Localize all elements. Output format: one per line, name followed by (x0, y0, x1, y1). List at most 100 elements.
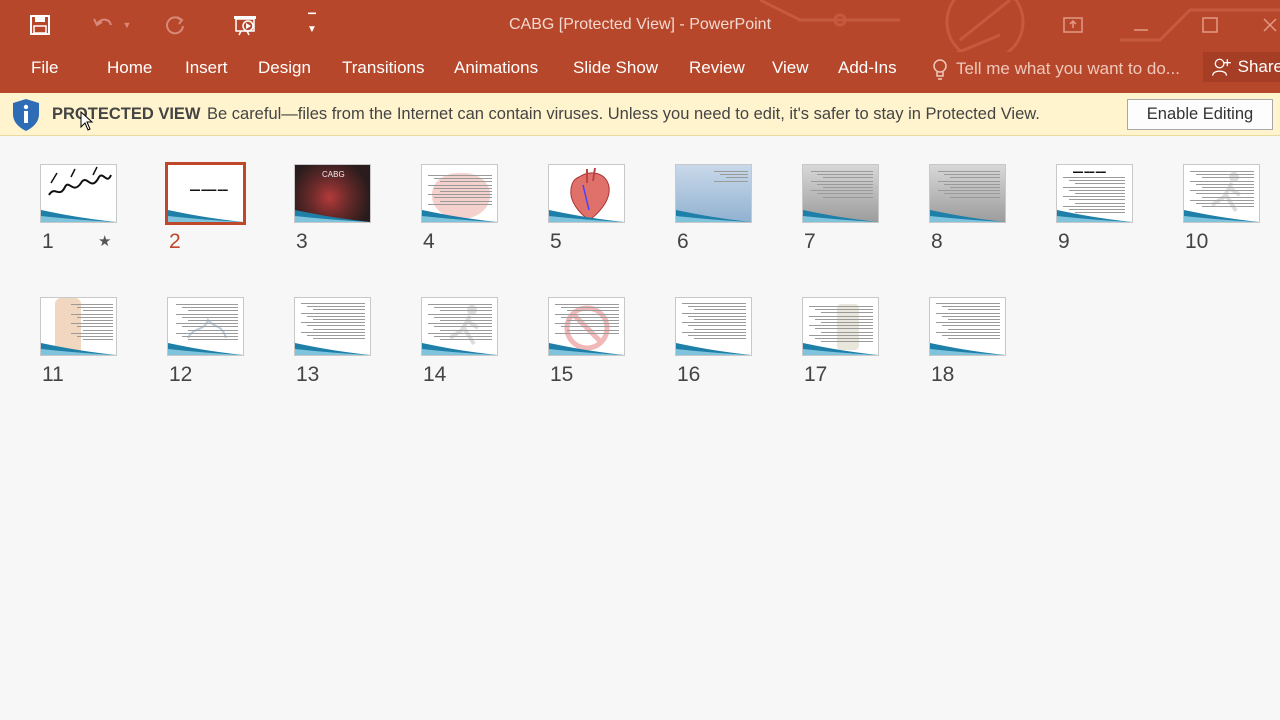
slide-thumbnail-9[interactable]: ▬▬ ▬▬ ▬▬ 9 (1056, 164, 1176, 264)
tab-transitions[interactable]: Transitions (342, 59, 425, 77)
slide-preview[interactable] (294, 297, 371, 356)
text-line (938, 190, 1000, 192)
maximize-button[interactable] (1190, 8, 1230, 42)
text-line (936, 312, 1000, 314)
slide-thumbnail-2[interactable]: ▬▬ ▬▬▬ ▬▬ 2 (165, 162, 287, 264)
text-line (823, 177, 873, 179)
minimize-button[interactable] (1121, 8, 1161, 42)
slide-preview[interactable] (802, 164, 879, 223)
tab-add-ins[interactable]: Add-Ins (838, 59, 897, 77)
slide-theme-wave (930, 210, 1005, 222)
slide-number: 6 (677, 230, 689, 253)
slide-thumbnail-16[interactable]: 16 (675, 297, 795, 397)
slide-thumbnail-6[interactable]: 6 (675, 164, 795, 264)
slide-preview[interactable] (675, 164, 752, 223)
slide-preview[interactable] (929, 297, 1006, 356)
slide-preview[interactable] (675, 297, 752, 356)
slide-thumbnail-14[interactable]: 14 (421, 297, 541, 397)
slide-preview[interactable]: ▬▬ ▬▬▬ ▬▬ (165, 162, 246, 225)
animation-star-icon[interactable]: ★ (98, 232, 111, 250)
text-line (561, 326, 619, 328)
share-button[interactable]: Share (1203, 52, 1280, 82)
text-line (694, 309, 746, 311)
mouse-cursor-icon (80, 111, 94, 131)
slide-preview[interactable] (548, 297, 625, 356)
ribbon-display-options-button[interactable] (1053, 8, 1093, 42)
text-line (428, 184, 492, 186)
text-line (821, 312, 873, 314)
text-line (688, 306, 746, 308)
slide-theme-wave (549, 343, 624, 355)
slide-theme-wave (803, 210, 878, 222)
text-line (823, 187, 873, 188)
tab-home[interactable]: Home (107, 59, 152, 77)
text-line (682, 303, 746, 304)
slide-preview[interactable] (167, 297, 244, 356)
close-button[interactable] (1260, 8, 1280, 42)
text-line (77, 307, 113, 309)
slide-preview[interactable] (548, 164, 625, 223)
slide-thumbnail-12[interactable]: 12 (167, 297, 287, 397)
slide-preview[interactable] (40, 164, 117, 223)
slide-thumbnail-7[interactable]: 7 (802, 164, 922, 264)
slide-number: 7 (804, 230, 816, 253)
text-line (720, 174, 748, 176)
slide-thumbnail-17[interactable]: 17 (802, 297, 922, 397)
slide-thumbnail-8[interactable]: 8 (929, 164, 1049, 264)
tab-file[interactable]: File (31, 59, 58, 77)
text-line (301, 331, 365, 333)
slide-preview[interactable] (802, 297, 879, 356)
tab-slide-show[interactable]: Slide Show (573, 59, 658, 77)
slide-thumbnail-5[interactable]: 5 (548, 164, 668, 264)
slide-thumbnail-3[interactable]: CABG 3 (294, 164, 414, 264)
text-line (188, 329, 238, 331)
slide-title-text: CABG (322, 170, 345, 179)
tab-design[interactable]: Design (258, 59, 311, 77)
slide-preview[interactable] (421, 297, 498, 356)
tab-animations[interactable]: Animations (454, 59, 538, 77)
text-line (301, 312, 365, 314)
text-line (714, 180, 748, 182)
text-line (938, 171, 1000, 172)
slide-thumbnail-18[interactable]: 18 (929, 297, 1049, 397)
text-line (821, 331, 873, 333)
tab-insert[interactable]: Insert (185, 59, 228, 77)
slide-thumbnail-11[interactable]: 11 (40, 297, 160, 397)
slide-preview[interactable] (421, 164, 498, 223)
slide-theme-wave (168, 210, 243, 222)
tab-view[interactable]: View (772, 59, 809, 77)
text-line (1196, 203, 1254, 204)
slide-number: 13 (296, 363, 320, 386)
text-line (434, 326, 492, 328)
text-line (434, 336, 492, 337)
slide-thumbnail-1[interactable]: 1 ★ (40, 164, 160, 264)
tab-review[interactable]: Review (689, 59, 745, 77)
text-line (948, 328, 1000, 330)
text-line (301, 322, 365, 324)
slide-number: 16 (677, 363, 701, 386)
text-line (1190, 171, 1254, 172)
text-line (440, 320, 492, 321)
text-line (688, 325, 746, 327)
slide-number: 11 (42, 363, 64, 386)
slide-number: 9 (1058, 230, 1070, 253)
slide-preview[interactable]: ▬▬ ▬▬ ▬▬ (1056, 164, 1133, 223)
slide-thumbnail-10[interactable]: 10 (1183, 164, 1280, 264)
slide-thumbnail-4[interactable]: 4 (421, 164, 541, 264)
text-line (942, 335, 1000, 336)
slide-preview[interactable] (929, 164, 1006, 223)
slide-preview[interactable] (1183, 164, 1260, 223)
tell-me-search[interactable]: Tell me what you want to do... (930, 57, 1180, 81)
text-line (809, 325, 873, 327)
text-line (950, 187, 1000, 188)
slide-preview[interactable]: CABG (294, 164, 371, 223)
slide-preview[interactable] (40, 297, 117, 356)
text-line (428, 323, 492, 325)
slide-theme-wave (422, 210, 497, 222)
enable-editing-button[interactable]: Enable Editing (1127, 99, 1273, 130)
text-line (938, 180, 1000, 182)
slide-thumbnail-13[interactable]: 13 (294, 297, 414, 397)
text-line (714, 171, 748, 172)
text-line (815, 309, 873, 311)
slide-thumbnail-15[interactable]: 15 (548, 297, 668, 397)
